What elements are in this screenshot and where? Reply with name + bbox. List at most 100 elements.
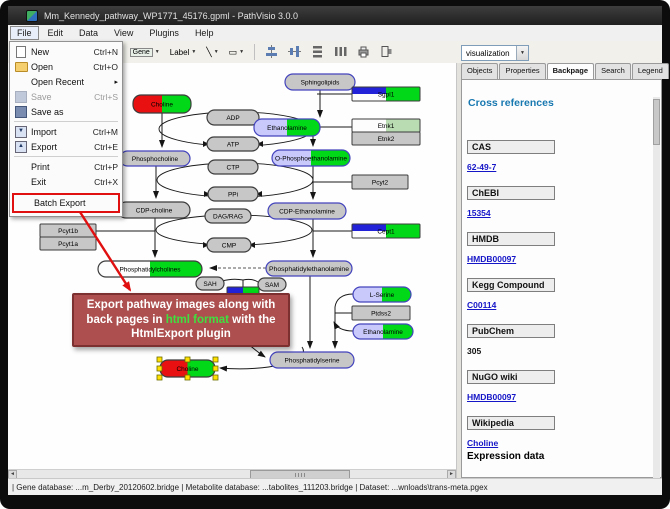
pathway-node-dag[interactable]: DAG/RAG (205, 209, 251, 223)
menubar-plugins[interactable]: Plugins (142, 26, 186, 40)
menu-item-label: New (31, 47, 88, 57)
menu-item-new[interactable]: NewCtrl+N (11, 44, 121, 59)
datanode-tool-button[interactable]: Gene ▼ (126, 44, 164, 60)
pathway-node-choline[interactable]: Choline (133, 95, 191, 113)
menu-shortcut: Ctrl+E (94, 142, 118, 152)
tab-backpage[interactable]: Backpage (547, 63, 594, 79)
xref-value-cas[interactable]: 62-49-7 (467, 162, 647, 172)
pathway-node-ethanolamine[interactable]: Ethanolamine (254, 119, 320, 136)
menu-item-import[interactable]: ▼ImportCtrl+M (11, 124, 121, 139)
pathway-node-pcyt1b[interactable]: Pcyt1b (40, 224, 96, 237)
align-center-horizontal-icon (265, 45, 278, 60)
distribute-horizontal-icon (334, 45, 347, 60)
selection-handle[interactable] (157, 375, 162, 380)
menu-shortcut: Ctrl+P (94, 162, 118, 172)
xref-value-hmdb[interactable]: HMDB00097 (467, 254, 647, 264)
selection-handle[interactable] (185, 357, 190, 362)
menu-shortcut: Ctrl+S (94, 92, 118, 102)
xref-value-kegg-compound[interactable]: C00114 (467, 300, 647, 310)
visualization-combobox[interactable]: visualization ▼ (461, 45, 529, 61)
chevron-down-icon: ▼ (191, 49, 196, 55)
pathway-node-cdp-choline[interactable]: CDP-choline (118, 202, 190, 218)
pathway-node-atp[interactable]: ATP (207, 137, 259, 151)
align-center-horizontal-button[interactable] (261, 44, 282, 60)
pathway-node-phosphocholine[interactable]: Phosphocholine (120, 151, 190, 166)
xref-value-chebi[interactable]: 15354 (467, 208, 647, 218)
xref-value-pubchem: 305 (467, 346, 647, 356)
pathway-node-cdp-ethanolamine[interactable]: CDP-Ethanolamine (268, 203, 346, 219)
menubar-file[interactable]: File (10, 26, 39, 40)
pathway-node-sgpl1[interactable]: Sgpl1 (352, 87, 420, 101)
tab-properties[interactable]: Properties (499, 63, 545, 79)
pathway-node-phosphatidylcholines[interactable]: Phosphatidylcholines (98, 261, 202, 277)
node-label: CMP (222, 242, 236, 249)
label-tool-button[interactable]: Label ▼ (166, 44, 201, 60)
selection-handle[interactable] (157, 366, 162, 371)
distribute-vertical-button[interactable] (307, 44, 328, 60)
node-label: CTP (227, 164, 240, 171)
selection-handle[interactable] (157, 357, 162, 362)
tab-objects[interactable]: Objects (461, 63, 498, 79)
tab-search[interactable]: Search (595, 63, 631, 79)
selection-handle[interactable] (213, 357, 218, 362)
pathway-node-pcyt1a[interactable]: Pcyt1a (40, 237, 96, 250)
pathway-node-sphingolipids[interactable]: Sphingolipids (285, 74, 355, 90)
pathway-node-ppi[interactable]: PPi (208, 187, 258, 201)
pathway-node-etnk2[interactable]: Etnk2 (352, 132, 420, 145)
menubar-help[interactable]: Help (188, 26, 221, 40)
menu-item-exit[interactable]: ExitCtrl+X (11, 174, 121, 189)
chevron-down-icon[interactable]: ▼ (516, 46, 528, 60)
tab-legend[interactable]: Legend (632, 63, 669, 79)
pathway-node-ctp[interactable]: CTP (208, 160, 258, 174)
menu-shortcut: Ctrl+X (94, 177, 118, 187)
xref-value-nugo-wiki[interactable]: HMDB00097 (467, 392, 647, 402)
shape-tool-button[interactable]: ▭ ▼ (225, 44, 248, 60)
menu-item-batch-export[interactable]: Batch Export (14, 195, 118, 211)
pathway-node-adp[interactable]: ADP (207, 110, 259, 125)
pathway-node-choline-selected[interactable]: Choline (157, 357, 218, 380)
selection-handle[interactable] (213, 375, 218, 380)
label-tool-text: Label (170, 48, 190, 57)
pathway-node-phosphatidylserine[interactable]: Phosphatidylserine (270, 352, 354, 368)
pathway-node-sah[interactable]: SAH (196, 277, 224, 290)
submenu-arrow-icon: ▸ (114, 78, 118, 86)
menu-item-export[interactable]: ▲ExportCtrl+E (11, 139, 121, 154)
node-label: ADP (226, 115, 239, 122)
pathway-node-phosphatidylethanolamine[interactable]: Phosphatidylethanolamine (266, 261, 352, 276)
menu-item-save-as[interactable]: Save as (11, 104, 121, 119)
vertical-scrollbar[interactable] (653, 97, 660, 494)
menu-item-label: Import (31, 127, 87, 137)
menu-item-label: Batch Export (34, 198, 115, 208)
pathway-node-etnk1[interactable]: Etnk1 (352, 119, 420, 132)
xref-source-header: NuGO wiki (467, 370, 555, 384)
align-center-vertical-button[interactable] (284, 44, 305, 60)
menubar-data[interactable]: Data (72, 26, 105, 40)
menu-item-label: Export (31, 142, 88, 152)
node-label: Choline (151, 101, 173, 108)
line-tool-button[interactable]: ╲ ▼ (202, 44, 222, 60)
printer-button[interactable] (353, 44, 374, 60)
blank-icon (14, 161, 28, 173)
pathway-node-o-phosphoethanolamine[interactable]: O-Phosphoethanolamine (272, 150, 350, 166)
scrollbar-thumb[interactable] (653, 99, 660, 145)
pathway-node-l-serine[interactable]: L-Serine (353, 287, 411, 302)
selection-handle[interactable] (213, 366, 218, 371)
xref-section-pubchem: PubChem305 (467, 321, 647, 356)
pathway-node-ethanolamine-2[interactable]: Ethanolamine (353, 324, 413, 339)
menu-item-open-recent[interactable]: Open Recent▸ (11, 74, 121, 89)
selection-handle[interactable] (185, 375, 190, 380)
pathway-node-sam[interactable]: SAM (258, 278, 286, 291)
menubar-edit[interactable]: Edit (41, 26, 71, 40)
pathway-node-ptdss2[interactable]: Ptdss2 (352, 306, 410, 320)
import-icon: ▼ (14, 126, 28, 138)
pathway-node-cmp[interactable]: CMP (207, 238, 251, 252)
pathway-node-pcyt2[interactable]: Pcyt2 (352, 175, 408, 189)
layout-button[interactable] (376, 44, 397, 60)
pathway-node-cept1[interactable]: Cept1 (352, 224, 420, 238)
titlebar[interactable]: Mm_Kennedy_pathway_WP1771_45176.gpml - P… (8, 6, 662, 25)
menu-item-print[interactable]: PrintCtrl+P (11, 159, 121, 174)
menu-item-open[interactable]: OpenCtrl+O (11, 59, 121, 74)
distribute-horizontal-button[interactable] (330, 44, 351, 60)
menubar-view[interactable]: View (107, 26, 140, 40)
xref-value-wikipedia[interactable]: Choline (467, 438, 647, 448)
